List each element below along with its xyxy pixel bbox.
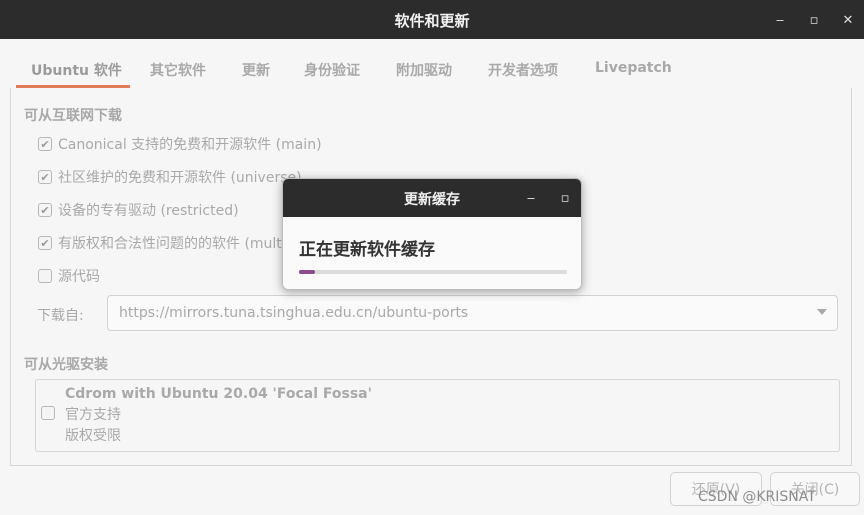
tab-livepatch[interactable]: Livepatch	[595, 60, 672, 76]
update-cache-dialog: 更新缓存 ‒ ▫ 正在更新软件缓存	[282, 178, 582, 290]
checkbox-main[interactable]: ✔ Canonical 支持的免费和开源软件 (main)	[38, 134, 322, 154]
checkbox-universe[interactable]: ✔ 社区维护的免费和开源软件 (universe)	[38, 167, 302, 187]
tab-bar: Ubuntu 软件 其它软件 更新 身份验证 附加驱动 开发者选项 Livepa…	[15, 52, 850, 89]
checkbox-restricted[interactable]: ✔ 设备的专有驱动 (restricted)	[38, 200, 239, 220]
window-titlebar: 软件和更新 ‒ ▫ ✕	[0, 0, 864, 39]
check-icon[interactable]: ✔	[38, 170, 52, 184]
section-title-internet: 可从互联网下载	[24, 108, 122, 124]
progress-fill	[299, 270, 316, 274]
server-select[interactable]: https://mirrors.tuna.tsinghua.edu.cn/ubu…	[107, 295, 838, 331]
chevron-down-icon	[817, 309, 827, 315]
cdrom-license: 版权受限	[65, 428, 121, 444]
dialog-heading: 正在更新软件缓存	[299, 240, 435, 260]
tab-updates[interactable]: 更新	[242, 60, 270, 80]
checkbox-label: 社区维护的免费和开源软件 (universe)	[58, 170, 302, 186]
maximize-icon[interactable]: ▫	[555, 188, 575, 208]
window-title: 软件和更新	[394, 12, 470, 30]
check-icon[interactable]: ✔	[38, 203, 52, 217]
checkbox-box[interactable]	[38, 269, 52, 283]
section-title-cdrom: 可从光驱安装	[24, 357, 108, 373]
cdrom-checkbox[interactable]	[41, 406, 55, 420]
watermark: CSDN @KRISNAT	[698, 489, 816, 505]
tab-ubuntu-software[interactable]: Ubuntu 软件	[31, 60, 122, 80]
minimize-icon[interactable]: ‒	[770, 10, 790, 30]
tab-authentication[interactable]: 身份验证	[304, 60, 360, 80]
checkbox-label: 设备的专有驱动 (restricted)	[58, 203, 239, 219]
checkbox-label: 源代码	[58, 269, 100, 285]
tab-additional-drivers[interactable]: 附加驱动	[396, 60, 452, 80]
tab-developer-options[interactable]: 开发者选项	[488, 60, 558, 80]
check-icon[interactable]: ✔	[38, 137, 52, 151]
checkbox-label: Canonical 支持的免费和开源软件 (main)	[58, 137, 322, 153]
check-icon[interactable]: ✔	[38, 236, 52, 250]
cdrom-list: Cdrom with Ubuntu 20.04 'Focal Fossa' 官方…	[35, 379, 840, 452]
dialog-titlebar: 更新缓存 ‒ ▫	[283, 179, 581, 217]
close-icon[interactable]: ✕	[838, 10, 858, 30]
cdrom-support: 官方支持	[65, 407, 121, 423]
progress-bar	[299, 270, 567, 274]
cdrom-name: Cdrom with Ubuntu 20.04 'Focal Fossa'	[65, 386, 372, 402]
cdrom-item: Cdrom with Ubuntu 20.04 'Focal Fossa' 官方…	[65, 384, 372, 447]
tab-other-software[interactable]: 其它软件	[150, 60, 206, 80]
download-from-label: 下载自:	[37, 308, 84, 324]
minimize-icon[interactable]: ‒	[521, 188, 541, 208]
server-value: https://mirrors.tuna.tsinghua.edu.cn/ubu…	[119, 305, 469, 321]
maximize-icon[interactable]: ▫	[804, 10, 824, 30]
checkbox-source-code[interactable]: 源代码	[38, 266, 100, 286]
